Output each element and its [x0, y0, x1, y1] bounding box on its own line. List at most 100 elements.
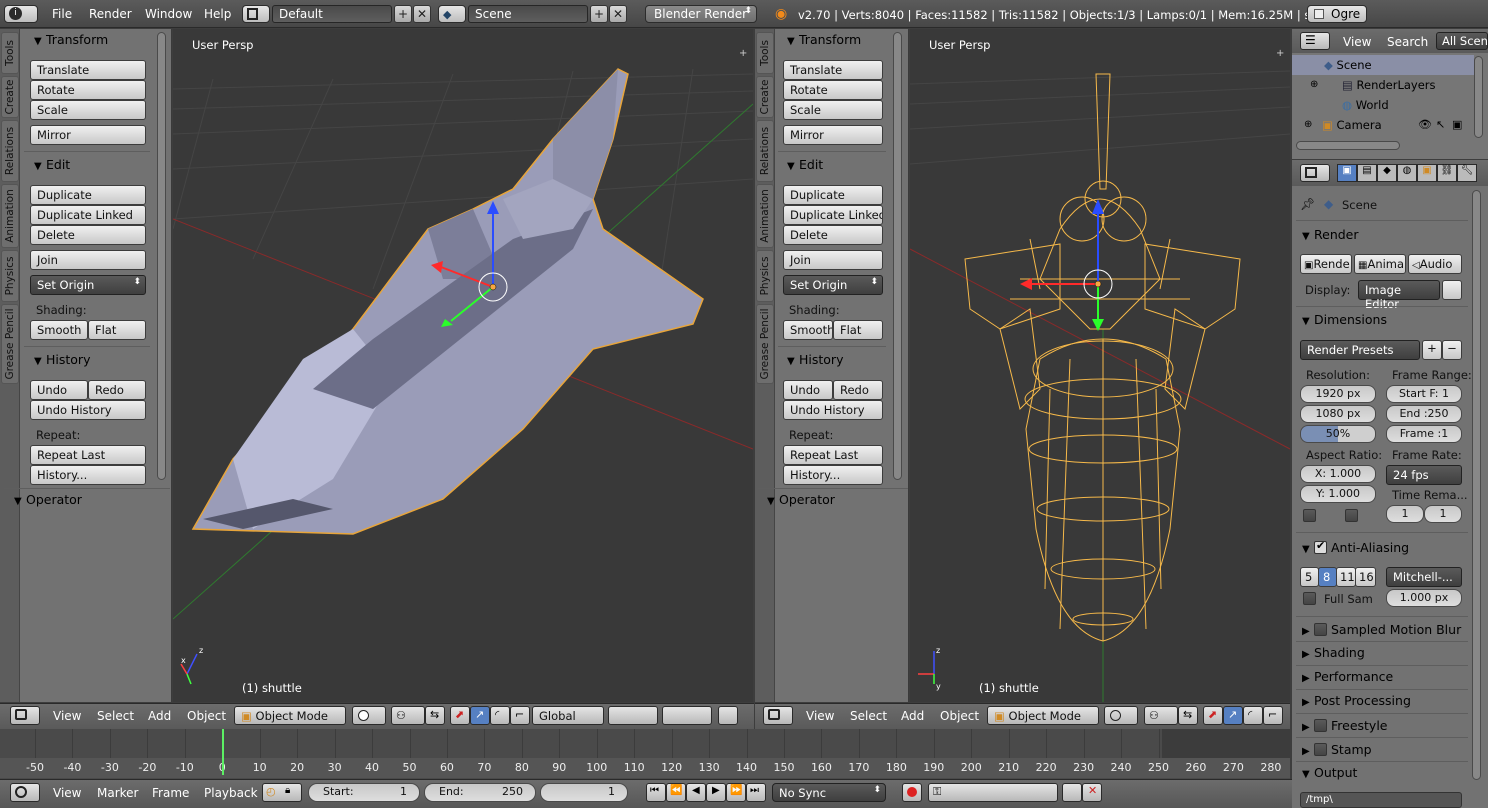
motion-blur-panel-header[interactable]: ▶ Sampled Motion Blur — [1302, 621, 1461, 637]
layout-select-button[interactable] — [242, 5, 270, 23]
properties-scrollbar[interactable] — [1472, 190, 1481, 780]
play-reverse-icon[interactable]: ◀ — [686, 783, 706, 802]
aa-samples-5[interactable]: 5 — [1300, 567, 1319, 587]
manipulator-rotate-toggle[interactable]: ↗ — [470, 706, 490, 725]
undo-button[interactable]: Undo — [783, 380, 833, 400]
menu-view[interactable]: View — [53, 786, 81, 800]
tab-create[interactable]: Create — [1, 76, 19, 118]
post-processing-panel-header[interactable]: ▶ Post Processing — [1302, 693, 1411, 708]
tab-relations[interactable]: Relations — [1, 120, 19, 182]
world-tab-icon[interactable]: ◍ — [1397, 164, 1417, 182]
stamp-panel-header[interactable]: ▶ Stamp — [1302, 741, 1372, 757]
smooth-button[interactable]: Smooth — [783, 320, 833, 340]
manipulator-translate-toggle[interactable]: ⬈ — [450, 706, 470, 725]
set-origin-dropdown[interactable]: Set Origin ⬍ — [783, 275, 883, 295]
scene-select-button[interactable]: ◆ — [438, 5, 466, 23]
duplicate-linked-button[interactable]: Duplicate Linked — [783, 205, 883, 225]
tab-physics[interactable]: Physics — [1, 250, 19, 302]
sync-mode-dropdown[interactable]: No Sync ⬍ — [772, 783, 886, 802]
performance-panel-header[interactable]: ▶ Performance — [1302, 669, 1393, 684]
pin-icon[interactable]: 📌︎ — [1300, 197, 1315, 211]
pivot-point-button[interactable]: ⚇ — [391, 706, 425, 725]
add-layout-icon[interactable]: + — [394, 5, 412, 23]
freestyle-checkbox[interactable] — [1314, 719, 1327, 732]
redo-button[interactable]: Redo — [833, 380, 883, 400]
delete-keyframe-icon[interactable]: ✕ — [1082, 783, 1102, 802]
tab-create[interactable]: Create — [756, 76, 774, 118]
menu-object[interactable]: Object — [187, 709, 226, 723]
join-button[interactable]: Join — [30, 250, 146, 270]
menu-select[interactable]: Select — [97, 709, 134, 723]
outliner-filter-dropdown[interactable]: All Scene — [1436, 32, 1488, 50]
tab-grease-pencil[interactable]: Grease Pencil — [1, 304, 19, 384]
render-layers-tab-icon[interactable]: ▤ — [1357, 164, 1377, 182]
tab-physics[interactable]: Physics — [756, 250, 774, 302]
transform-orientation-dropdown[interactable]: Global — [532, 706, 604, 725]
current-frame-field[interactable]: 1 — [540, 783, 628, 802]
duplicate-button[interactable]: Duplicate — [30, 185, 146, 205]
outliner-item-world[interactable]: ◍ World — [1292, 95, 1474, 115]
outliner-item-camera[interactable]: ⊕ ▣ Camera 👁︎ ↖ ▣ — [1292, 115, 1474, 135]
editor-type-button[interactable] — [763, 706, 793, 725]
output-path-field[interactable]: /tmp\ — [1300, 792, 1462, 808]
menu-search[interactable]: Search — [1387, 35, 1428, 49]
edit-panel-header[interactable]: ▼ Edit — [787, 157, 823, 172]
render-icon[interactable]: ▣ — [1452, 115, 1462, 135]
manipulator-toggle[interactable]: ⇆ — [1178, 706, 1198, 725]
scale-manipulator-toggle[interactable]: ⌐ — [1263, 706, 1283, 725]
join-button[interactable]: Join — [783, 250, 883, 270]
shuttle-wireframe[interactable] — [964, 73, 1241, 642]
menu-window[interactable]: Window — [145, 7, 192, 21]
viewport-shading-button[interactable] — [352, 706, 386, 725]
shading-panel-header[interactable]: ▶ Shading — [1302, 645, 1365, 660]
menu-add[interactable]: Add — [901, 709, 924, 723]
time-remap-new-field[interactable]: 1 — [1424, 505, 1462, 523]
set-origin-dropdown[interactable]: Set Origin ⬍ — [30, 275, 146, 295]
play-icon[interactable]: ▶ — [706, 783, 726, 802]
redo-button[interactable]: Redo — [88, 380, 146, 400]
duplicate-linked-button[interactable]: Duplicate Linked — [30, 205, 146, 225]
resolution-y-field[interactable]: 1080 px — [1300, 405, 1376, 423]
menu-view[interactable]: View — [806, 709, 834, 723]
render-image-button[interactable]: ▣Rende — [1300, 254, 1352, 274]
layers-grid-b[interactable] — [662, 706, 712, 725]
tab-tools[interactable]: Tools — [756, 32, 774, 74]
stamp-checkbox[interactable] — [1314, 743, 1327, 756]
record-button[interactable] — [902, 783, 922, 802]
jump-start-icon[interactable]: ⏮ — [646, 783, 666, 802]
undo-history-button[interactable]: Undo History — [783, 400, 883, 420]
tab-animation[interactable]: Animation — [1, 184, 19, 248]
next-keyframe-icon[interactable]: ⏩ — [726, 783, 746, 802]
manipulator-toggle[interactable]: ⇆ — [425, 706, 445, 725]
history-panel-header[interactable]: ▼ History — [34, 352, 90, 367]
manipulator-scale-toggle[interactable]: ◜ — [490, 706, 510, 725]
shuttle-model[interactable] — [191, 68, 704, 535]
viewport-right[interactable]: zy User Persp (1) shuttle + — [910, 29, 1290, 702]
smooth-button[interactable]: Smooth — [30, 320, 88, 340]
editor-type-button[interactable] — [10, 706, 40, 725]
ogre-toggle[interactable]: Ogre — [1307, 5, 1367, 23]
keying-set-field[interactable]: ⚿ — [928, 783, 1058, 802]
duplicate-button[interactable]: Duplicate — [783, 185, 883, 205]
scale-button[interactable]: Scale — [30, 100, 146, 120]
current-frame-indicator[interactable] — [222, 729, 224, 775]
render-animation-button[interactable]: ▦Anima — [1354, 254, 1406, 274]
render-panel-header[interactable]: ▼ Render — [1302, 227, 1359, 242]
rotate-button[interactable]: Rotate — [30, 80, 146, 100]
resolution-percentage-slider[interactable]: 50% — [1300, 425, 1376, 443]
tool-shelf-scrollbar[interactable] — [157, 32, 166, 480]
border-checkbox[interactable] — [1303, 509, 1316, 522]
translate-button[interactable]: Translate — [30, 60, 146, 80]
mirror-button[interactable]: Mirror — [783, 125, 883, 145]
full-sample-checkbox[interactable] — [1303, 592, 1316, 605]
delete-button[interactable]: Delete — [30, 225, 146, 245]
object-mode-dropdown[interactable]: ▣ Object Mode — [234, 706, 346, 725]
edit-panel-header[interactable]: ▼ Edit — [34, 157, 70, 172]
add-scene-icon[interactable]: + — [590, 5, 608, 23]
outliner-item-renderlayers[interactable]: ⊕ ▤ RenderLayers — [1292, 75, 1474, 95]
properties-editor-type-button[interactable] — [1300, 164, 1330, 182]
menu-render[interactable]: Render — [89, 7, 132, 21]
resolution-x-field[interactable]: 1920 px — [1300, 385, 1376, 403]
frame-step-field[interactable]: Frame :1 — [1386, 425, 1462, 443]
anti-aliasing-panel-header[interactable]: ▼ ✔ Anti-Aliasing — [1302, 539, 1409, 555]
